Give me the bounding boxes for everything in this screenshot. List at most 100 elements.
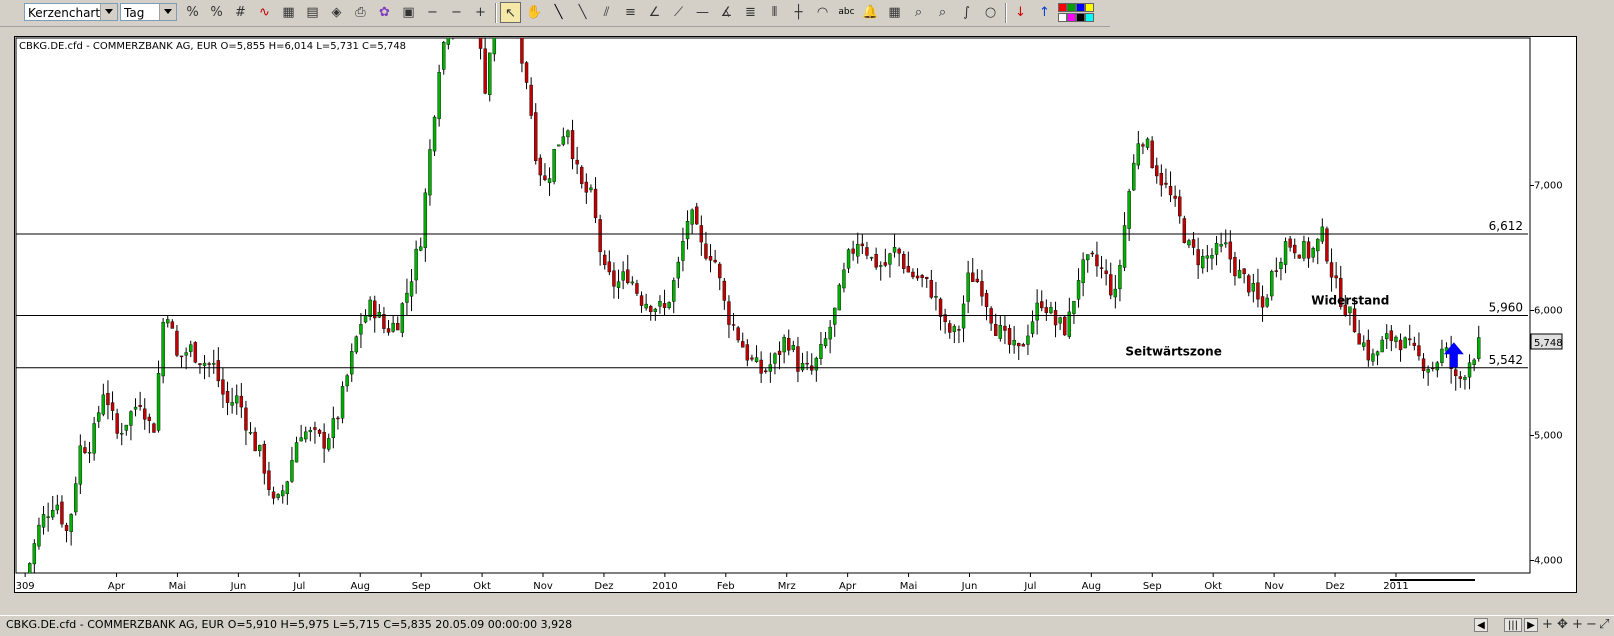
candle-body	[846, 249, 851, 269]
x-tick-label: 2011	[1383, 581, 1408, 592]
candle-body	[1040, 301, 1044, 309]
percent-icon[interactable]: %	[182, 2, 203, 23]
line-icon[interactable]: ╲	[548, 2, 569, 23]
parallel-lines-icon[interactable]: ⫽	[596, 2, 617, 23]
candle-body	[24, 579, 27, 580]
color-swatch[interactable]	[1067, 3, 1076, 12]
color-swatch[interactable]	[1085, 13, 1094, 22]
text-icon[interactable]: abc	[836, 2, 857, 23]
circle-icon[interactable]: ○	[980, 2, 1001, 23]
color-swatch[interactable]	[1058, 3, 1067, 12]
candle-body	[336, 417, 340, 420]
candle-body	[170, 321, 175, 329]
candle-body	[1403, 337, 1407, 349]
color-swatch[interactable]	[1085, 3, 1094, 12]
candle-body	[198, 363, 202, 366]
candle-body	[1348, 306, 1352, 314]
candle-body	[635, 283, 639, 294]
candle-body	[1311, 248, 1315, 258]
scroll-right-button[interactable]: ▶	[1524, 618, 1538, 632]
calculator-icon[interactable]: ▦	[884, 2, 905, 23]
zoom-out-icon[interactable]: −	[446, 2, 467, 23]
color-swatch[interactable]	[1076, 3, 1085, 12]
candle-body	[1007, 328, 1012, 345]
candlestick-chart[interactable]: 7,000 6,000 5,000 4,000 309 Apr Mai Jun Jul Aug Se…	[15, 37, 1578, 594]
vertical-lines-icon[interactable]: ⦀	[764, 2, 785, 23]
magnifier-icon[interactable]: ⌕	[908, 2, 929, 23]
candle-body	[1196, 249, 1200, 266]
fan-angle-icon[interactable]: ∡	[716, 2, 737, 23]
magnifier-zoom-icon[interactable]: ⌕	[932, 2, 953, 23]
candle-body	[1440, 348, 1444, 363]
candle-body	[290, 460, 294, 482]
candle-body	[1256, 282, 1260, 300]
candle-body	[557, 144, 561, 147]
chart-type-value: Kerzenchart	[28, 6, 101, 20]
color-swatch[interactable]	[1058, 13, 1067, 22]
zoom-in-icon[interactable]: +	[470, 2, 491, 23]
crosshair-icon[interactable]: ┼	[788, 2, 809, 23]
alarm-bell-icon[interactable]: 🔔	[860, 2, 881, 23]
indicator-icon[interactable]: ∿	[254, 2, 275, 23]
x-tick-label: Apr	[839, 581, 857, 592]
scroll-left-button[interactable]: ◀	[1474, 618, 1488, 632]
plus-icon[interactable]: +	[1542, 617, 1553, 632]
hash-icon[interactable]: #	[230, 2, 251, 23]
period-select[interactable]: Tag	[120, 3, 177, 21]
candle-body	[1297, 254, 1302, 259]
candle-body	[833, 307, 837, 325]
color-bars-icon[interactable]: ≣	[740, 2, 761, 23]
color-palette-icon[interactable]	[1058, 2, 1094, 23]
eraser-icon[interactable]: ◈	[326, 2, 347, 23]
percent-alt-icon[interactable]: %	[206, 2, 227, 23]
candle-body	[925, 276, 929, 279]
bookmark-icon[interactable]: ▣	[398, 2, 419, 23]
candle-body	[340, 386, 345, 419]
hand-icon[interactable]: ✋	[524, 2, 545, 23]
pointer-icon[interactable]: ↖	[500, 2, 521, 23]
candle-body	[695, 206, 699, 225]
arc-icon[interactable]: ◠	[812, 2, 833, 23]
horizontal-line-icon[interactable]: —	[692, 2, 713, 23]
zoom-fit-icon[interactable]: ⤢	[1599, 617, 1609, 632]
candle-body	[1237, 269, 1242, 279]
move-crosshair-icon[interactable]: ✥	[1557, 617, 1568, 632]
scroll-thumb[interactable]: |||	[1504, 618, 1522, 632]
line-angle-icon[interactable]: ╲	[572, 2, 593, 23]
color-swatch[interactable]	[1067, 13, 1076, 22]
chevron-down-icon[interactable]	[159, 4, 176, 20]
candle-body	[1283, 241, 1288, 265]
fan-icon[interactable]: ∠	[644, 2, 665, 23]
blue-arrow-up-icon[interactable]: ↑	[1034, 2, 1055, 23]
color-swatch[interactable]	[1076, 13, 1085, 22]
candle-body	[1145, 138, 1150, 148]
minus-icon[interactable]: −	[1586, 617, 1597, 632]
palette-icon[interactable]: ✿	[374, 2, 395, 23]
candle-body	[313, 427, 317, 430]
fibonacci-icon[interactable]: ≡	[620, 2, 641, 23]
chevron-down-icon[interactable]	[100, 4, 117, 20]
candle-body	[1279, 262, 1283, 269]
move-icon[interactable]: −	[422, 2, 443, 23]
calculator-sheet-icon[interactable]: ▦	[278, 2, 299, 23]
candle-body	[244, 407, 248, 431]
chart-area[interactable]: 7,000 6,000 5,000 4,000 309 Apr Mai Jun Jul Aug Se…	[14, 36, 1577, 593]
candle-body	[1164, 182, 1168, 185]
candle-body	[842, 269, 846, 289]
candle-body	[828, 326, 832, 340]
candle-body	[653, 308, 658, 312]
candle-body	[32, 543, 37, 565]
candle-body	[193, 342, 198, 363]
print-icon[interactable]: ⎙	[350, 2, 371, 23]
chart-type-select[interactable]: Kerzenchart	[24, 3, 118, 21]
candle-body	[83, 447, 87, 453]
plus-zoom-icon[interactable]: +	[1572, 617, 1583, 632]
curve-icon[interactable]: ∫	[956, 2, 977, 23]
candle-body	[225, 391, 230, 403]
x-tick-label: Nov	[1264, 581, 1284, 592]
red-arrow-down-icon[interactable]: ↓	[1010, 2, 1031, 23]
fan-alt-icon[interactable]: ⟋	[668, 2, 689, 23]
candle-body	[51, 510, 55, 518]
candle-body	[258, 444, 262, 451]
chart-window-icon[interactable]: ▤	[302, 2, 323, 23]
